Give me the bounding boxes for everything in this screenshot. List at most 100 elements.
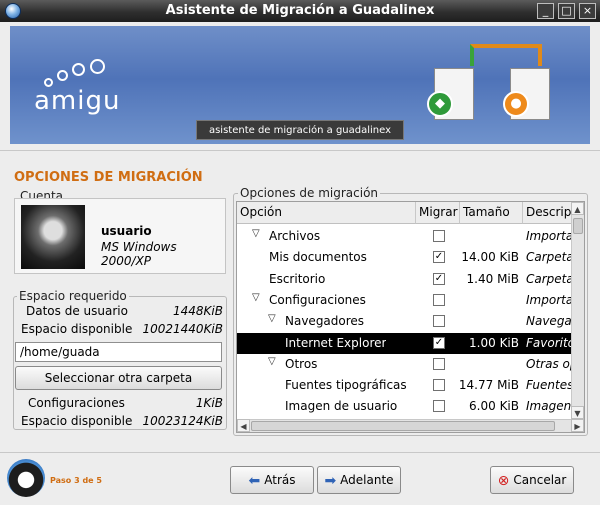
option-row[interactable]: ▽ Otros Otras opci — [237, 354, 572, 375]
migrate-checkbox[interactable] — [433, 357, 445, 370]
account-os: MS Windows 2000/XP — [101, 240, 177, 268]
option-row[interactable]: ▽ Configuraciones Importar c — [237, 290, 572, 311]
option-label: Internet Explorer — [285, 335, 387, 350]
select-folder-button[interactable]: Seleccionar otra carpeta — [15, 366, 222, 390]
available-space-label: Espacio disponible — [21, 322, 133, 336]
bubble-decoration — [90, 59, 105, 74]
option-row[interactable]: Mis documentos ✓ 14.00 KiB Carpeta 'M — [237, 247, 572, 268]
option-label: Escritorio — [269, 271, 326, 286]
option-label: Otros — [285, 356, 318, 371]
bubble-decoration — [72, 63, 85, 76]
divider — [0, 150, 600, 151]
window-title: Asistente de Migración a Guadalinex — [165, 3, 435, 18]
option-description: Importar c — [526, 292, 572, 307]
option-size: 6.00 KiB — [469, 399, 519, 414]
migrate-checkbox[interactable]: ✓ — [433, 251, 445, 264]
option-size: 14.77 MiB — [458, 378, 519, 393]
windows-document-icon: ◆ — [427, 68, 474, 120]
migration-arrow-icon — [470, 44, 542, 66]
option-description: Navegador — [526, 314, 572, 329]
user-avatar — [21, 205, 85, 269]
available-space-after-label: Espacio disponible — [21, 414, 133, 428]
account-card: usuario MS Windows 2000/XP — [14, 198, 226, 274]
available-space-after-value: 10023124KiB — [142, 414, 223, 428]
vertical-scrollbar[interactable]: ▲ ▼ — [571, 202, 584, 419]
scroll-down-icon[interactable]: ▼ — [571, 406, 584, 419]
option-description: Favoritos d — [526, 335, 572, 350]
maximize-button[interactable]: □ — [558, 3, 575, 19]
next-button-label: Adelante — [340, 473, 394, 487]
migrate-checkbox[interactable]: ✓ — [433, 336, 445, 349]
option-description: Otras opci — [526, 356, 572, 371]
cancel-button-label: Cancelar — [513, 473, 567, 487]
column-header-size[interactable]: Tamaño — [460, 202, 523, 224]
options-frame-label: Opciones de migración — [238, 186, 381, 200]
option-size: 1.40 MiB — [466, 271, 519, 286]
column-header-option[interactable]: Opción — [237, 202, 416, 224]
expander-icon[interactable]: ▽ — [268, 313, 276, 324]
option-row[interactable]: ▽ Archivos Importar a — [237, 226, 572, 247]
step-indicator: Paso 3 de 5 — [50, 476, 102, 485]
destination-path-field[interactable]: /home/guada — [15, 342, 222, 362]
arrow-right-icon: ➡ — [324, 473, 337, 489]
user-data-label: Datos de usuario — [26, 304, 128, 318]
brand-tagline: asistente de migración a guadalinex — [196, 120, 404, 140]
option-label: Mis documentos — [269, 250, 367, 265]
section-title: OPCIONES DE MIGRACIÓN — [14, 170, 203, 185]
option-label: Fuentes tipográficas — [285, 378, 407, 393]
option-description: Carpeta 'M — [526, 250, 572, 265]
option-row[interactable]: Fuentes tipográficas 14.77 MiB Fuentes tip — [237, 375, 572, 396]
horizontal-scroll-thumb[interactable] — [251, 421, 555, 431]
header-banner: amigu asistente de migración a guadaline… — [10, 26, 590, 144]
config-space-label: Configuraciones — [28, 396, 125, 410]
migrate-checkbox[interactable] — [433, 379, 445, 392]
option-description: Importar a — [526, 229, 572, 243]
guadalinex-document-icon: ● — [503, 68, 550, 120]
close-button[interactable]: × — [579, 3, 596, 19]
migrate-checkbox[interactable] — [433, 230, 445, 242]
option-size: 14.00 KiB — [461, 250, 519, 265]
migrate-checkbox[interactable] — [433, 293, 445, 306]
column-header-description[interactable]: Descripció — [523, 202, 572, 224]
option-label: Imagen de usuario — [285, 399, 398, 414]
expander-icon[interactable]: ▽ — [252, 292, 260, 303]
cancel-button[interactable]: ⊗ Cancelar — [490, 466, 574, 494]
option-row[interactable]: Escritorio ✓ 1.40 MiB Carpeta 'E — [237, 269, 572, 290]
option-row[interactable]: ▽ Navegadores Navegador — [237, 311, 572, 332]
option-label: Configuraciones — [269, 292, 366, 307]
expander-icon[interactable]: ▽ — [268, 356, 276, 367]
option-label: Archivos — [269, 229, 321, 243]
minimize-button[interactable]: _ — [537, 3, 554, 19]
horizontal-scrollbar[interactable]: ◀ ▶ — [237, 419, 584, 432]
arrow-left-icon: ⬅ — [248, 473, 261, 489]
option-row[interactable]: Imagen de usuario 6.00 KiB Imagen de — [237, 396, 572, 417]
user-data-value: 1448KiB — [173, 304, 223, 318]
option-description: Carpeta 'E — [526, 271, 572, 286]
available-space-value: 10021440KiB — [142, 322, 223, 336]
space-frame-label: Espacio requerido — [17, 289, 129, 303]
column-header-migrate[interactable]: Migrar — [416, 202, 460, 224]
cancel-icon: ⊗ — [497, 473, 510, 489]
migrate-checkbox[interactable] — [433, 400, 445, 413]
account-username: usuario — [101, 224, 152, 238]
back-button-label: Atrás — [264, 473, 296, 487]
migrate-checkbox[interactable]: ✓ — [433, 272, 445, 285]
option-row[interactable]: Internet Explorer ✓ 1.00 KiB Favoritos d — [237, 332, 572, 354]
divider — [0, 452, 600, 453]
option-size: 1.00 KiB — [469, 335, 519, 350]
next-button[interactable]: ➡ Adelante — [317, 466, 401, 494]
option-description: Fuentes tip — [526, 378, 572, 393]
vertical-scroll-thumb[interactable] — [573, 218, 583, 234]
option-description: Imagen de — [526, 399, 572, 414]
back-button[interactable]: ⬅ Atrás — [230, 466, 314, 494]
migration-options-tree[interactable]: Opción Migrar Tamaño Descripció ▽ Archivo… — [236, 201, 585, 433]
guadalinex-penguin-icon — [7, 459, 45, 497]
scroll-up-icon[interactable]: ▲ — [571, 202, 584, 215]
scroll-left-icon[interactable]: ◀ — [237, 419, 250, 432]
config-space-value: 1KiB — [195, 396, 223, 410]
window-titlebar: Asistente de Migración a Guadalinex _ □ … — [0, 0, 600, 22]
brand-logo: amigu — [34, 86, 121, 116]
migrate-checkbox[interactable] — [433, 315, 445, 328]
scroll-right-icon[interactable]: ▶ — [571, 419, 584, 432]
expander-icon[interactable]: ▽ — [252, 228, 260, 239]
